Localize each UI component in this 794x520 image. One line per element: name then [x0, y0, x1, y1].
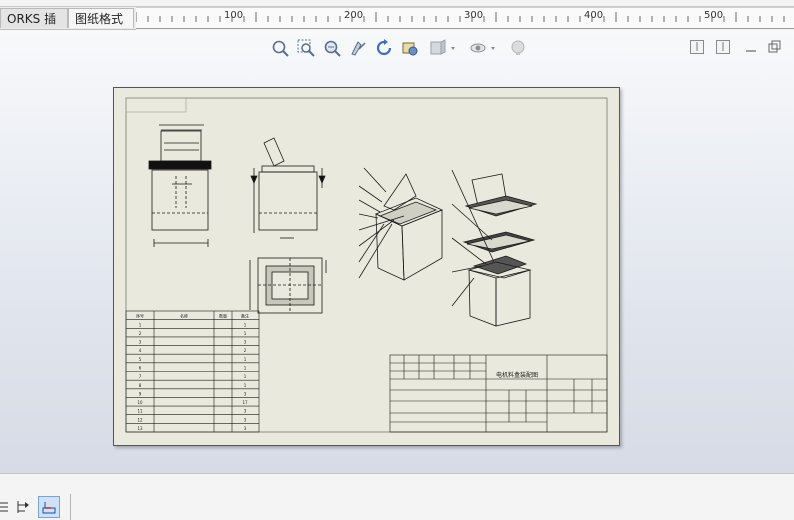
tile-right-icon[interactable]: | — [716, 40, 730, 54]
sheet-corner-box — [125, 97, 187, 113]
toolbar-separator — [70, 494, 71, 520]
bom-cell: 3 — [244, 391, 247, 396]
bom-cell: 1 — [244, 374, 247, 379]
bom-header-cell: 备注 — [241, 313, 249, 319]
bom-cell: 3 — [244, 340, 247, 345]
restore-window-icon[interactable] — [768, 40, 782, 54]
top-view — [249, 257, 327, 314]
lighting-icon[interactable] — [508, 38, 528, 58]
graphics-area[interactable]: | | 序号 名称 数量 备注 1 1 2 1 3 3 4 2 5 1 6 1 … — [0, 30, 794, 473]
feature-tree-icon[interactable] — [12, 496, 34, 518]
bom-cell: 11 — [137, 409, 143, 414]
isometric-assembly-view — [358, 167, 444, 281]
top-toolbar-strip — [0, 0, 794, 7]
display-style-icon[interactable] — [428, 38, 458, 58]
bom-cell: 7 — [139, 374, 142, 379]
bom-cell: 8 — [139, 383, 142, 388]
bom-cell: 10 — [137, 400, 143, 405]
bom-cell: 1 — [244, 331, 247, 336]
bom-cell: 3 — [244, 426, 247, 431]
bottom-status-toolbar — [0, 473, 794, 520]
bom-cell: 4 — [139, 348, 142, 353]
horizontal-ruler: 100 200 300 400 500 — [136, 7, 794, 29]
side-view — [250, 137, 326, 239]
bom-cell: 12 — [137, 417, 143, 422]
bom-cell: 17 — [242, 400, 248, 405]
ruler-label-300: 300 — [464, 10, 484, 21]
bom-cell: 2 — [244, 348, 247, 353]
bom-cell: 2 — [139, 331, 142, 336]
bom-cell: 3 — [139, 340, 142, 345]
command-tab-bar: ORKS 插件 图纸格式 — [0, 7, 136, 46]
tile-left-icon[interactable]: | — [690, 40, 704, 54]
zoom-area-icon[interactable] — [296, 38, 316, 58]
drawing-content: 序号 名称 数量 备注1 12 13 34 25 16 17 18 19 310 1711 312 313 3 — [125, 97, 608, 433]
title-block — [389, 354, 608, 433]
zoom-to-fit-icon[interactable] — [270, 38, 290, 58]
tab-solidworks-addins[interactable]: ORKS 插件 — [0, 8, 68, 46]
sheet-view-icon[interactable] — [38, 496, 60, 518]
bom-cell: 6 — [139, 366, 142, 371]
bom-header-cell: 序号 — [136, 313, 144, 319]
tab-sheet-format[interactable]: 图纸格式 — [68, 8, 134, 28]
ruler-label-500: 500 — [704, 10, 724, 21]
front-view — [148, 124, 212, 247]
bom-cell: 1 — [139, 322, 142, 327]
ruler-label-100: 100 — [224, 10, 244, 21]
rotate-icon[interactable] — [374, 38, 394, 58]
ruler-label-200: 200 — [344, 10, 364, 21]
exploded-view — [451, 169, 538, 327]
bom-cell: 5 — [139, 357, 142, 362]
pan-icon[interactable] — [348, 38, 368, 58]
zoom-in-out-icon[interactable] — [322, 38, 342, 58]
bom-cell: 1 — [244, 357, 247, 362]
bom-cell: 3 — [244, 409, 247, 414]
title-block-name: 电机料盒装配图 — [496, 371, 538, 379]
bom-header-cell: 数量 — [219, 313, 227, 319]
bom-cell: 3 — [244, 417, 247, 422]
bom-cell: 1 — [244, 383, 247, 388]
bom-cell: 13 — [137, 426, 143, 431]
bom-table: 序号 名称 数量 备注1 12 13 34 25 16 17 18 19 310 1711 312 313 3 — [125, 310, 260, 433]
minimize-window-icon[interactable] — [744, 40, 758, 54]
previous-view-icon[interactable] — [400, 38, 420, 58]
bom-header-cell: 名称 — [180, 313, 188, 319]
drawing-sheet[interactable]: 序号 名称 数量 备注 1 1 2 1 3 3 4 2 5 1 6 1 7 1 8 1 9 3 10 17 11 3 12 3 13 3 — [113, 87, 620, 446]
ruler-label-400: 400 — [584, 10, 604, 21]
bom-cell: 1 — [244, 322, 247, 327]
bom-cell: 1 — [244, 366, 247, 371]
bom-cell: 9 — [139, 391, 142, 396]
hide-show-icon[interactable] — [468, 38, 498, 58]
